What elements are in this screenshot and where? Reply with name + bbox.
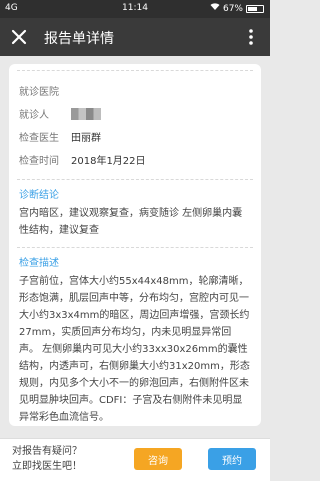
consult-button[interactable]: 咨询 [134,448,182,470]
question-line-2: 立即找医生吧！ [12,461,82,472]
time-label: 检查时间 [19,156,59,167]
battery-icon [246,4,264,13]
page-title: 报告单详情 [44,31,114,47]
doctor-label: 检查医生 [19,133,59,144]
diagnosis-section: 诊断结论 宫内暗区，建议观察复查，病变随诊 左侧卵巢内囊性结构，建议复查 [9,180,261,239]
doctor-row: 检查医生 田丽群 [19,125,251,148]
report-info: 就诊医院 就诊人 检查医生 田丽群 检查时间 2018年1月22日 [9,71,261,171]
time-row: 检查时间 2018年1月22日 [19,148,251,171]
description-section: 检查描述 子宫前位，宫体大小约55x44x48mm，轮廓清晰，形态饱满，肌层回声… [9,248,261,426]
question-line-1: 对报告有疑问？ [12,446,82,457]
time-value: 2018年1月22日 [71,156,146,167]
patient-row: 就诊人 [19,102,251,125]
app-bar: 报告单详情 [0,18,270,56]
patient-label: 就诊人 [19,110,49,121]
more-icon[interactable] [240,26,262,48]
report-card: 就诊医院 就诊人 检查医生 田丽群 检查时间 2018年1月22日 诊断结论 宫… [9,64,261,426]
status-right: 67% [210,3,264,14]
diagnosis-title: 诊断结论 [19,190,59,201]
battery-fill [248,6,258,11]
close-icon[interactable] [8,26,30,48]
description-title: 检查描述 [19,258,59,269]
book-button[interactable]: 预约 [208,448,256,470]
patient-name-masked [71,107,101,120]
diagnosis-text: 宫内暗区，建议观察复查，病变随诊 左侧卵巢内囊性结构，建议复查 [19,208,243,236]
bottom-bar: 对报告有疑问？ 立即找医生吧！ 咨询 预约 [0,438,270,481]
status-bar: 4G 11:14 67% [0,0,270,18]
question-prompt: 对报告有疑问？ 立即找医生吧！ [12,444,82,474]
hospital-label: 就诊医院 [19,87,59,98]
doctor-value: 田丽群 [71,133,101,144]
description-text: 子宫前位，宫体大小约55x44x48mm，轮廓清晰，形态饱满，肌层回声中等，分布… [19,276,250,423]
battery-percent: 67% [222,3,243,14]
wifi-icon [210,3,220,14]
hospital-row: 就诊医院 [19,79,251,102]
